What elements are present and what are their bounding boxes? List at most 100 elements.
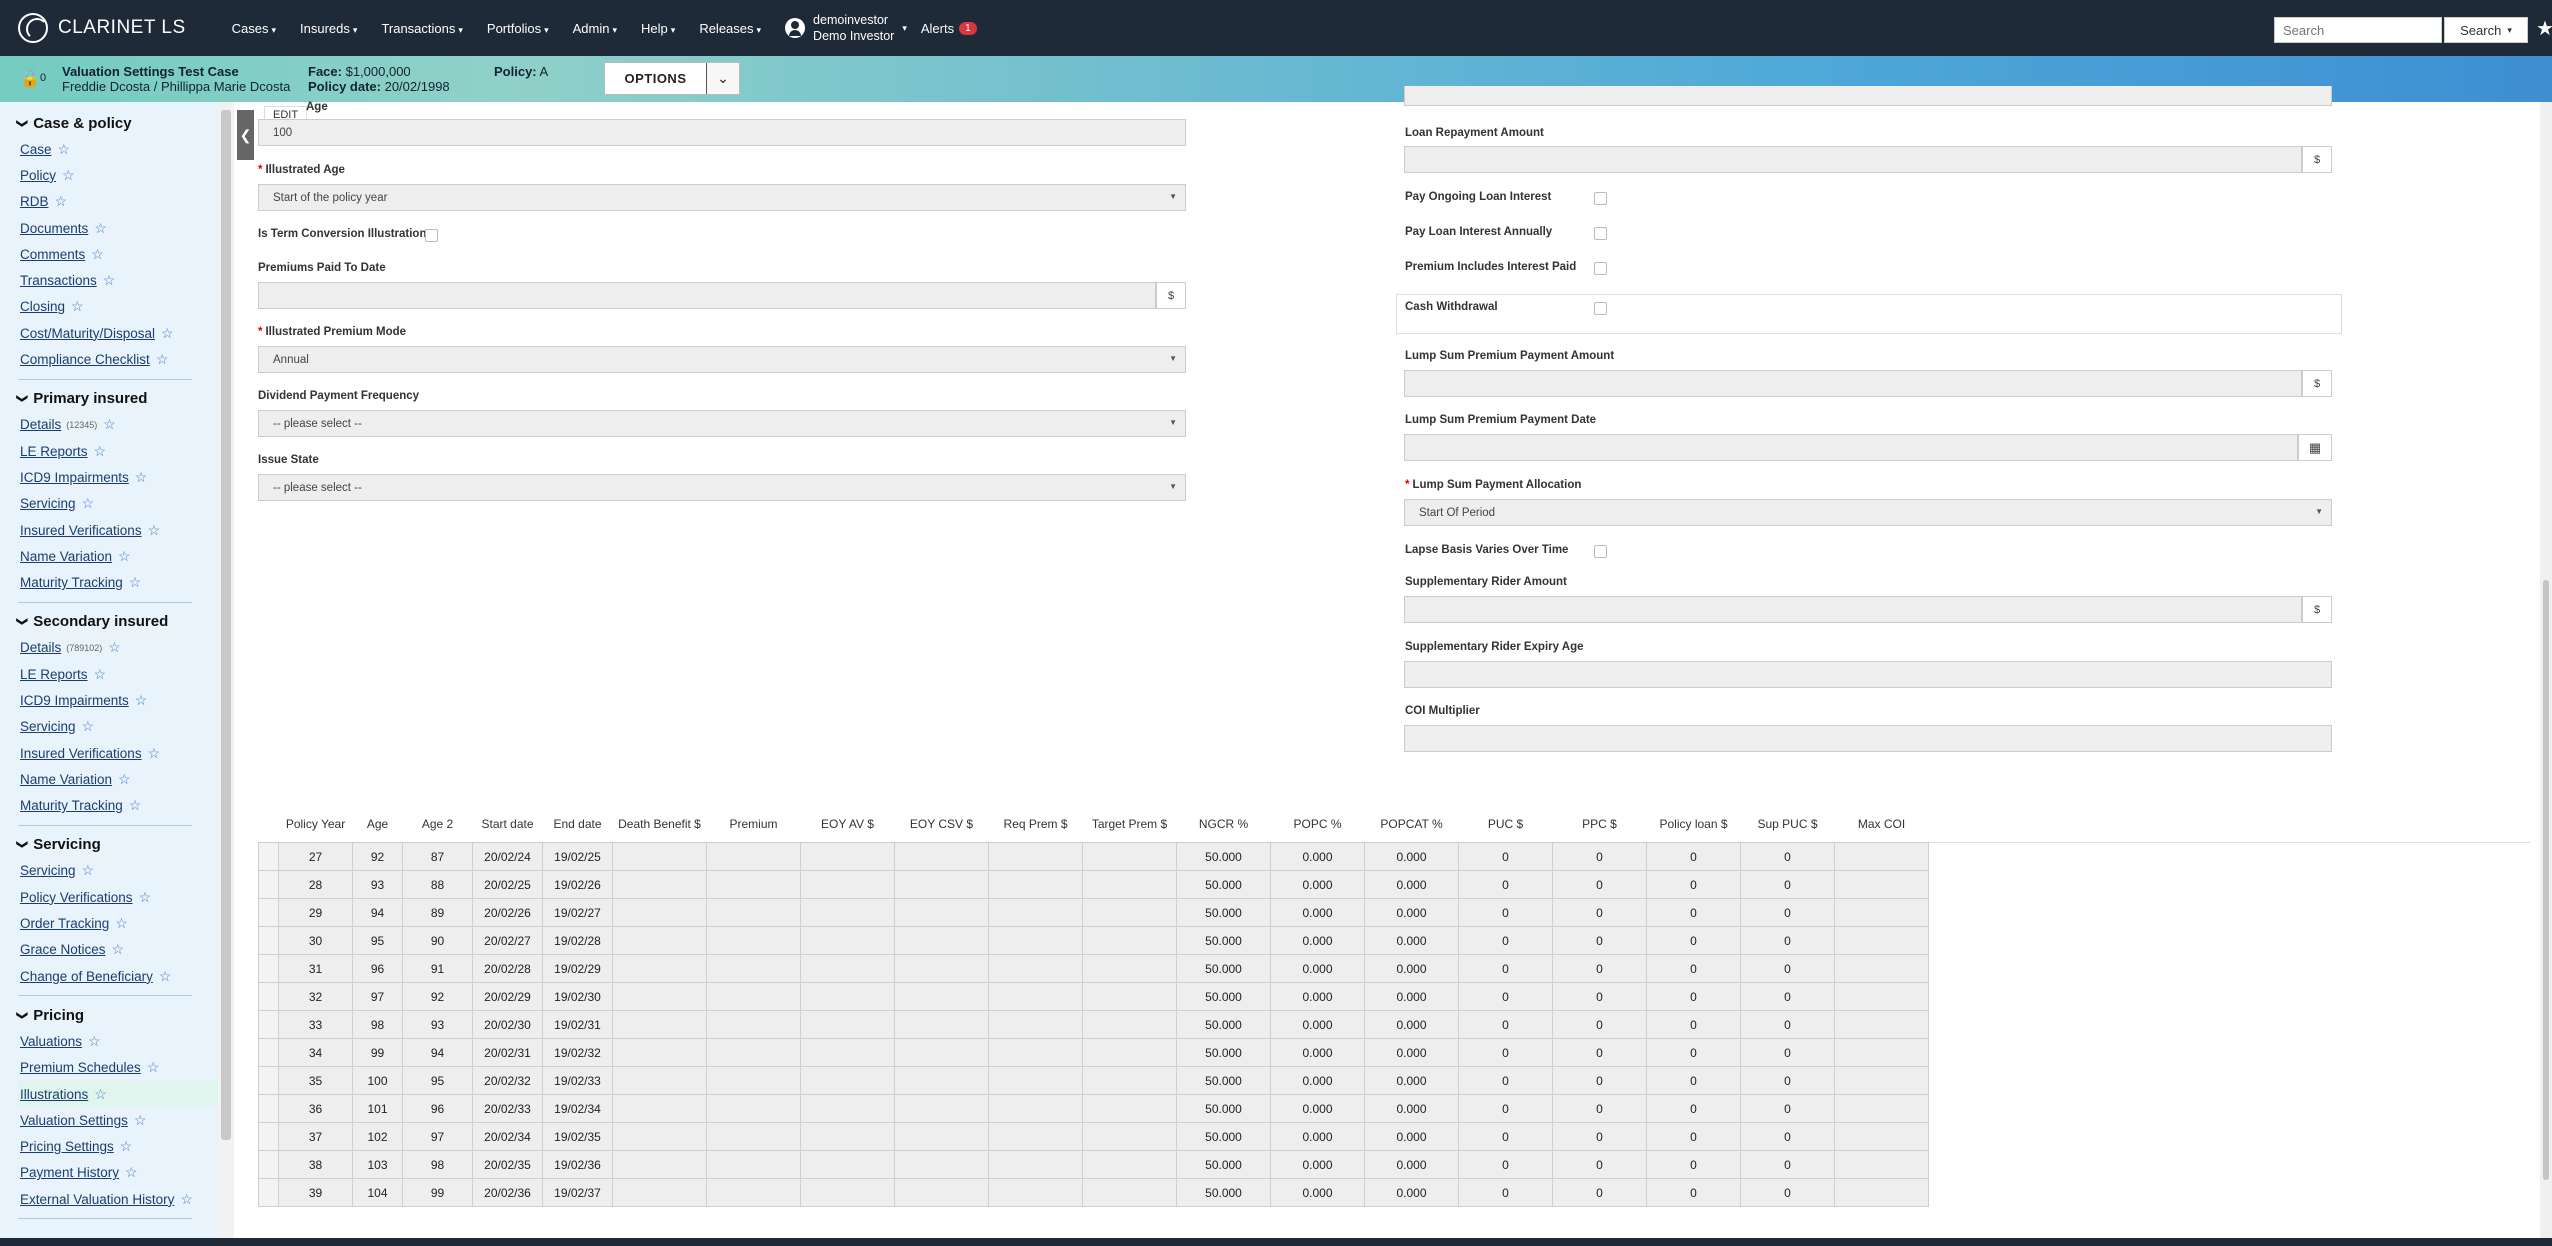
table-header-cell[interactable]: Age 2	[402, 806, 473, 843]
page-scrollbar-thumb[interactable]	[2543, 580, 2549, 1180]
table-row[interactable]: 38 103 98 20/02/35 19/02/36 50.000 0.000 0.000 0…	[258, 1150, 1929, 1179]
favorite-star-icon[interactable]: ☆	[161, 325, 174, 342]
table-header-cell[interactable]: EOY CSV $	[894, 806, 989, 843]
loan-repayment-field[interactable]	[1404, 146, 2302, 173]
favorites-star-icon[interactable]: ★	[2536, 16, 2552, 41]
premium-mode-select[interactable]: Annual ▼	[258, 346, 1186, 373]
term-conversion-checkbox[interactable]	[425, 229, 438, 242]
favorite-star-icon[interactable]: ☆	[147, 1059, 160, 1076]
table-header-cell[interactable]: Sup PUC $	[1740, 806, 1835, 843]
favorite-star-icon[interactable]: ☆	[148, 745, 161, 762]
sidebar-item-servicing[interactable]: Servicing ☆	[18, 714, 218, 740]
sidebar-item-servicing[interactable]: Servicing ☆	[18, 858, 218, 884]
issue-state-select[interactable]: -- please select -- ▼	[258, 474, 1186, 501]
table-row[interactable]: 27 92 87 20/02/24 19/02/25 50.000 0.000 0.000 0 0…	[258, 842, 1929, 871]
table-row[interactable]: 31 96 91 20/02/28 19/02/29 50.000 0.000 0.000 0 0…	[258, 954, 1929, 983]
sidebar-item-transactions[interactable]: Transactions ☆	[18, 267, 218, 293]
table-row[interactable]: 36 101 96 20/02/33 19/02/34 50.000 0.000 0.000 0…	[258, 1094, 1929, 1123]
dividend-frequency-select[interactable]: -- please select -- ▼	[258, 410, 1186, 437]
favorite-star-icon[interactable]: ☆	[91, 246, 104, 263]
favorite-star-icon[interactable]: ☆	[94, 443, 107, 460]
nav-help[interactable]: Help ▾	[629, 21, 687, 36]
alerts-link[interactable]: Alerts 1	[921, 21, 977, 36]
sidebar-item-illustrations[interactable]: Illustrations ☆	[18, 1080, 218, 1108]
sidebar-item-name-variation[interactable]: Name Variation ☆	[18, 766, 218, 792]
favorite-star-icon[interactable]: ☆	[118, 771, 131, 788]
favorite-star-icon[interactable]: ☆	[112, 941, 125, 958]
lapse-basis-checkbox[interactable]	[1594, 545, 1607, 558]
table-row[interactable]: 28 93 88 20/02/25 19/02/26 50.000 0.000 0.000 0 0…	[258, 870, 1929, 899]
coi-multiplier-field[interactable]	[1404, 725, 2332, 752]
sidebar-item-policy[interactable]: Policy ☆	[18, 162, 218, 188]
table-header-cell[interactable]: POPCAT %	[1364, 806, 1459, 843]
favorite-star-icon[interactable]: ☆	[55, 193, 68, 210]
search-input[interactable]	[2274, 17, 2442, 43]
sidebar-section-header[interactable]: ❯ Primary insured	[16, 386, 218, 412]
sidebar-item-servicing[interactable]: Servicing ☆	[18, 491, 218, 517]
pay-ongoing-interest-checkbox[interactable]	[1594, 192, 1607, 205]
collapse-sidebar-button[interactable]: ❮	[237, 110, 254, 160]
sidebar-item-insured-verifications[interactable]: Insured Verifications ☆	[18, 740, 218, 766]
sidebar-item-maturity-tracking[interactable]: Maturity Tracking ☆	[18, 569, 218, 595]
premiums-paid-field[interactable]	[258, 282, 1156, 309]
options-button[interactable]: OPTIONS ⌄	[604, 62, 740, 95]
table-header-cell[interactable]: Max COI	[1834, 806, 1929, 843]
user-menu[interactable]: demoinvestor Demo Investor ▾	[785, 12, 907, 44]
favorite-star-icon[interactable]: ☆	[103, 416, 116, 433]
supp-rider-expiry-field[interactable]	[1404, 661, 2332, 688]
sidebar-item-premium-schedules[interactable]: Premium Schedules ☆	[18, 1055, 218, 1081]
search-button[interactable]: Search ▾	[2444, 17, 2528, 43]
sidebar-item-details[interactable]: Details (12345) ☆	[18, 412, 218, 438]
favorite-star-icon[interactable]: ☆	[135, 692, 148, 709]
cash-withdrawal-checkbox[interactable]	[1594, 302, 1607, 315]
table-header-cell[interactable]: Start date	[472, 806, 543, 843]
favorite-star-icon[interactable]: ☆	[94, 220, 107, 237]
sidebar-item-payment-history[interactable]: Payment History ☆	[18, 1160, 218, 1186]
sidebar-item-compliance-checklist[interactable]: Compliance Checklist ☆	[18, 346, 218, 372]
nav-portfolios[interactable]: Portfolios ▾	[475, 21, 561, 36]
favorite-star-icon[interactable]: ☆	[134, 1112, 147, 1129]
favorite-star-icon[interactable]: ☆	[139, 889, 152, 906]
sidebar-item-maturity-tracking[interactable]: Maturity Tracking ☆	[18, 793, 218, 819]
nav-transactions[interactable]: Transactions ▾	[369, 21, 474, 36]
nav-cases[interactable]: Cases ▾	[220, 21, 288, 36]
sidebar-item-details[interactable]: Details (789102) ☆	[18, 635, 218, 661]
sidebar-item-rdb[interactable]: RDB ☆	[18, 189, 218, 215]
favorite-star-icon[interactable]: ☆	[115, 915, 128, 932]
chevron-down-icon[interactable]: ⌄	[706, 63, 739, 94]
table-header-cell[interactable]: EOY AV $	[800, 806, 895, 843]
sidebar-scrollbar-thumb[interactable]	[221, 110, 231, 1140]
calendar-icon[interactable]: ▦	[2298, 434, 2332, 461]
lump-sum-amount-field[interactable]	[1404, 370, 2302, 397]
sidebar-item-closing[interactable]: Closing ☆	[18, 294, 218, 320]
nav-insureds[interactable]: Insureds ▾	[288, 21, 369, 36]
app-logo[interactable]: CLARINET LS	[18, 13, 186, 43]
pay-annually-checkbox[interactable]	[1594, 227, 1607, 240]
favorite-star-icon[interactable]: ☆	[82, 495, 95, 512]
table-header-cell[interactable]: Age	[352, 806, 403, 843]
sidebar-section-header[interactable]: ❯ Case & policy	[16, 110, 218, 136]
table-row[interactable]: 35 100 95 20/02/32 19/02/33 50.000 0.000 0.000 0…	[258, 1066, 1929, 1095]
sidebar-item-le-reports[interactable]: LE Reports ☆	[18, 438, 218, 464]
sidebar-item-policy-verifications[interactable]: Policy Verifications ☆	[18, 884, 218, 910]
sidebar-item-order-tracking[interactable]: Order Tracking ☆	[18, 910, 218, 936]
unlock-icon[interactable]: 🔓	[20, 69, 40, 89]
sidebar-item-valuations[interactable]: Valuations ☆	[18, 1028, 218, 1054]
table-header-cell[interactable]: Req Prem $	[988, 806, 1083, 843]
lump-sum-date-field[interactable]	[1404, 434, 2298, 461]
sidebar-item-change-of-beneficiary[interactable]: Change of Beneficiary ☆	[18, 963, 218, 989]
favorite-star-icon[interactable]: ☆	[82, 718, 95, 735]
favorite-star-icon[interactable]: ☆	[118, 548, 131, 565]
nav-releases[interactable]: Releases ▾	[687, 21, 773, 36]
favorite-star-icon[interactable]: ☆	[180, 1191, 193, 1208]
favorite-star-icon[interactable]: ☆	[94, 666, 107, 683]
sidebar-item-icd9-impairments[interactable]: ICD9 Impairments ☆	[18, 687, 218, 713]
table-row[interactable]: 37 102 97 20/02/34 19/02/35 50.000 0.000 0.000 0…	[258, 1122, 1929, 1151]
table-header-cell[interactable]: Premium	[706, 806, 801, 843]
favorite-star-icon[interactable]: ☆	[159, 968, 172, 985]
sidebar-item-cost-maturity-disposal[interactable]: Cost/Maturity/Disposal ☆	[18, 320, 218, 346]
favorite-star-icon[interactable]: ☆	[71, 298, 84, 315]
sidebar-item-le-reports[interactable]: LE Reports ☆	[18, 661, 218, 687]
table-row[interactable]: 34 99 94 20/02/31 19/02/32 50.000 0.000 0.000 0 0…	[258, 1038, 1929, 1067]
table-header-cell[interactable]: POPC %	[1270, 806, 1365, 843]
